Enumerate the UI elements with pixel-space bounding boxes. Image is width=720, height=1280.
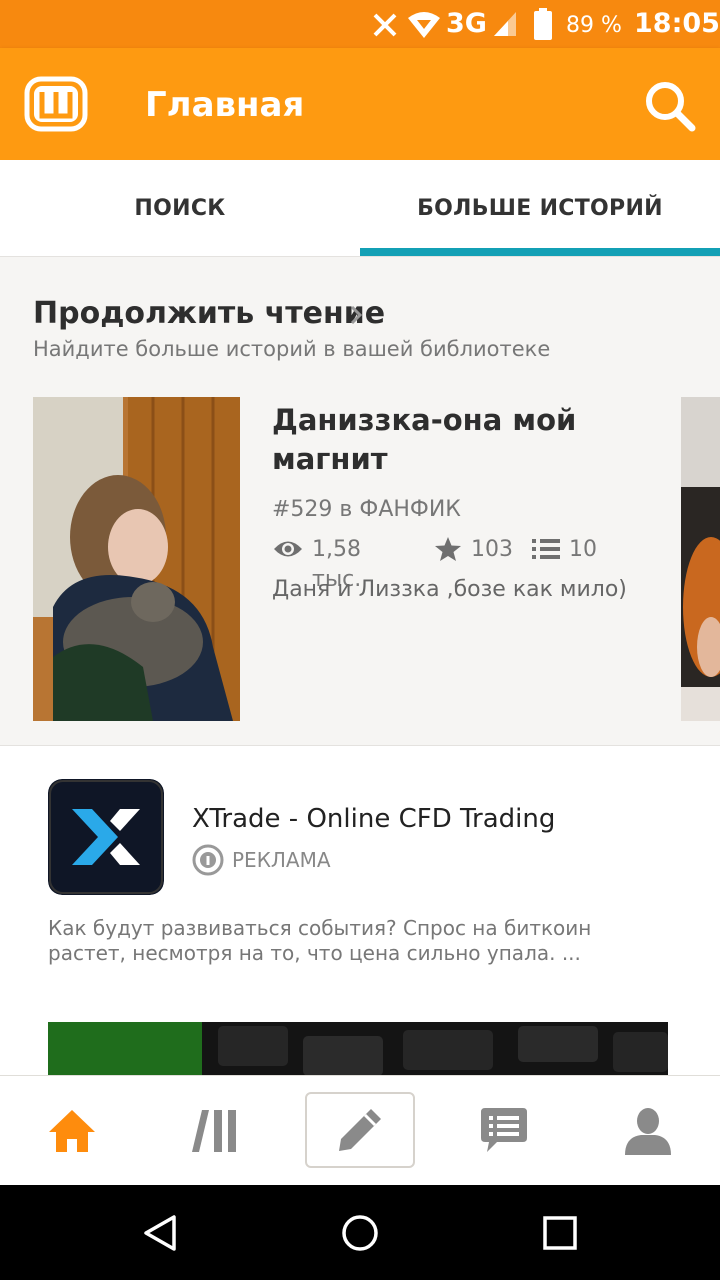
clock: 18:05 — [634, 8, 720, 39]
ad-title[interactable]: XTrade - Online CFD Trading — [192, 802, 555, 836]
parts-list-icon — [532, 539, 560, 559]
wattpad-logo-icon[interactable] — [24, 76, 88, 132]
active-tab-indicator — [360, 248, 720, 256]
search-icon[interactable] — [640, 76, 700, 136]
xtrade-logo-icon[interactable] — [48, 779, 164, 895]
nav-profile[interactable] — [576, 1076, 720, 1186]
ad-card[interactable]: XTrade - Online CFD Trading РЕКЛАМА Как … — [0, 745, 720, 1076]
profile-icon — [625, 1108, 671, 1155]
next-story-cover-image[interactable] — [681, 397, 720, 721]
continue-reading-section: Продолжить чтение Найдите больше историй… — [0, 257, 720, 745]
system-navigation-bar — [0, 1185, 720, 1280]
system-recents-button[interactable] — [530, 1203, 590, 1263]
tab-more-stories[interactable]: БОЛЬШЕ ИСТОРИЙ — [360, 160, 720, 256]
system-home-button[interactable] — [330, 1203, 390, 1263]
bottom-navigation — [0, 1075, 720, 1186]
messages-icon — [481, 1108, 527, 1152]
ad-image[interactable] — [48, 1022, 668, 1076]
app-bar: Главная — [0, 48, 720, 160]
votes-count: 103 — [471, 537, 513, 562]
nav-library[interactable] — [144, 1076, 288, 1186]
home-icon — [49, 1110, 95, 1152]
nav-write[interactable] — [305, 1092, 415, 1168]
x-notification-icon — [373, 13, 397, 37]
wifi-icon — [408, 12, 440, 38]
parts-count: 10 — [569, 537, 597, 562]
back-icon — [144, 1215, 176, 1251]
section-subtitle: Найдите больше историй в вашей библиотек… — [33, 337, 551, 361]
home-circle-icon — [342, 1215, 378, 1251]
ad-info-icon — [192, 844, 224, 876]
ad-text: Как будут развиваться события? Спрос на … — [48, 916, 592, 965]
star-icon — [435, 537, 461, 561]
section-title[interactable]: Продолжить чтение — [33, 295, 385, 333]
battery-percent: 89 % — [566, 13, 622, 38]
library-icon — [192, 1110, 236, 1152]
system-back-button[interactable] — [130, 1203, 190, 1263]
signal-icon — [494, 12, 516, 36]
nav-home[interactable] — [0, 1076, 144, 1186]
ad-badge: РЕКЛАМА — [232, 848, 331, 872]
nav-messages[interactable] — [432, 1076, 576, 1186]
story-description: Даня и Лиззка ,бозе как мило) — [272, 577, 627, 602]
status-bar: 3G 89 % 18:05 — [0, 0, 720, 48]
page-title: Главная — [145, 85, 305, 125]
story-cover-image[interactable] — [33, 397, 240, 721]
story-rank: #529 в ФАНФИК — [272, 497, 461, 522]
tab-bar: ПОИСК БОЛЬШЕ ИСТОРИЙ — [0, 160, 720, 257]
tab-search[interactable]: ПОИСК — [0, 160, 360, 256]
chevron-right-icon[interactable] — [346, 303, 366, 327]
network-type: 3G — [446, 8, 487, 39]
recents-icon — [543, 1216, 577, 1250]
pencil-icon — [339, 1109, 381, 1151]
story-title[interactable]: Даниззка-она мой магнит — [272, 401, 652, 479]
battery-icon — [534, 8, 552, 40]
eye-icon — [274, 541, 302, 557]
